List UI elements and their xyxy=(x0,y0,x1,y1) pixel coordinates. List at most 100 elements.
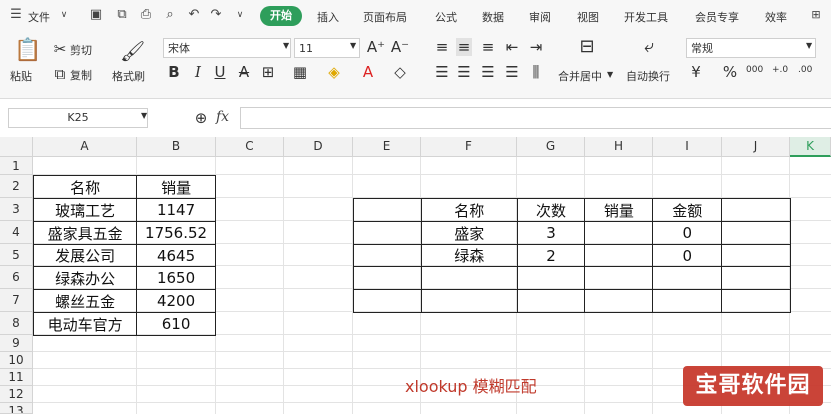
lookup-header-amount[interactable]: 金额 xyxy=(652,198,723,222)
lookup-cell[interactable] xyxy=(420,289,518,313)
table-cell[interactable]: 盛家具五金 xyxy=(32,221,138,245)
more-icon[interactable]: ⊞ xyxy=(808,7,824,23)
lookup-header-count[interactable]: 次数 xyxy=(516,198,586,222)
tab-home[interactable]: 开始 xyxy=(260,6,302,26)
row-header-4[interactable]: 4 xyxy=(0,221,33,244)
column-header-d[interactable]: D xyxy=(284,137,353,157)
increase-decimal-button[interactable]: +.0 xyxy=(772,65,788,75)
row-header-12[interactable]: 12 xyxy=(0,386,33,403)
column-header-k[interactable]: K xyxy=(790,137,831,157)
paste-icon[interactable]: 📋 xyxy=(14,38,41,64)
column-header-g[interactable]: G xyxy=(517,137,585,157)
row-header-10[interactable]: 10 xyxy=(0,352,33,369)
table-cell[interactable]: 玻璃工艺 xyxy=(32,198,138,222)
customize-chevron-icon[interactable]: ∨ xyxy=(232,7,248,23)
thousands-button[interactable]: 000 xyxy=(746,65,763,75)
row-header-3[interactable]: 3 xyxy=(0,198,33,221)
font-color-icon[interactable]: A xyxy=(360,63,376,81)
tab-member[interactable]: 会员专享 xyxy=(695,9,739,25)
lookup-cell[interactable] xyxy=(353,221,422,245)
lookup-cell[interactable] xyxy=(353,266,422,290)
row-header-6[interactable]: 6 xyxy=(0,266,33,289)
number-format-select[interactable]: 常规 xyxy=(686,38,816,58)
table-cell[interactable]: 610 xyxy=(136,312,216,336)
cut-button[interactable]: 剪切 xyxy=(70,42,92,58)
underline-button[interactable]: U xyxy=(212,63,228,81)
column-header-a[interactable]: A xyxy=(33,137,137,157)
export-icon[interactable]: ⧉ xyxy=(114,7,130,23)
lookup-cell[interactable] xyxy=(584,244,654,267)
column-header-h[interactable]: H xyxy=(585,137,653,157)
lookup-cell[interactable] xyxy=(420,266,518,290)
row-header-8[interactable]: 8 xyxy=(0,312,33,335)
lookup-header-name[interactable]: 名称 xyxy=(420,198,518,222)
lookup-cell[interactable] xyxy=(353,289,422,313)
tab-developer[interactable]: 开发工具 xyxy=(624,9,668,25)
table-header-name[interactable]: 名称 xyxy=(32,175,138,199)
lookup-cell[interactable] xyxy=(721,289,791,313)
tab-insert[interactable]: 插入 xyxy=(317,9,339,25)
column-header-b[interactable]: B xyxy=(137,137,216,157)
paste-button[interactable]: 粘贴 xyxy=(10,68,32,84)
distributed-icon[interactable]: ⫼ xyxy=(528,63,544,81)
lookup-cell[interactable] xyxy=(721,244,791,267)
select-all-corner[interactable] xyxy=(0,137,33,157)
table-cell[interactable]: 电动车官方 xyxy=(32,312,138,336)
lookup-cell[interactable]: 0 xyxy=(652,244,723,267)
row-header-5[interactable]: 5 xyxy=(0,244,33,266)
merge-chevron-icon[interactable]: ▼ xyxy=(607,70,613,79)
tab-formulas[interactable]: 公式 xyxy=(435,9,457,25)
file-menu[interactable]: 文件 xyxy=(28,9,50,25)
table-cell[interactable]: 4645 xyxy=(136,244,216,267)
lookup-cell[interactable] xyxy=(584,221,654,245)
font-name-select[interactable]: 宋体 xyxy=(163,38,291,58)
italic-button[interactable]: I xyxy=(190,63,206,81)
font-name-chevron-icon[interactable]: ▼ xyxy=(283,41,289,50)
row-header-2[interactable]: 2 xyxy=(0,175,33,198)
percent-button[interactable]: % xyxy=(722,63,738,81)
merge-center-button[interactable]: 合并居中 xyxy=(558,68,602,84)
name-box-chevron-icon[interactable]: ▼ xyxy=(141,111,147,120)
align-right-icon[interactable]: ☰ xyxy=(480,63,496,81)
redo-icon[interactable]: ↷ xyxy=(208,7,224,23)
lookup-header-blank-2[interactable] xyxy=(721,198,791,222)
column-header-j[interactable]: J xyxy=(722,137,790,157)
print-icon[interactable]: ⎙ xyxy=(138,7,154,23)
lookup-header-blank[interactable] xyxy=(353,198,422,222)
name-box[interactable]: K25 xyxy=(8,108,148,128)
formula-input[interactable] xyxy=(240,107,831,129)
align-top-icon[interactable]: ≡ xyxy=(434,38,450,56)
column-header-e[interactable]: E xyxy=(353,137,421,157)
table-cell[interactable]: 1147 xyxy=(136,198,216,222)
table-header-sales[interactable]: 销量 xyxy=(136,175,216,199)
table-cell[interactable]: 1756.52 xyxy=(136,221,216,245)
font-size-chevron-icon[interactable]: ▼ xyxy=(350,41,356,50)
bold-button[interactable]: B xyxy=(166,63,182,81)
lookup-cell[interactable] xyxy=(516,289,586,313)
row-header-1[interactable]: 1 xyxy=(0,157,33,175)
function-icon[interactable]: fx xyxy=(216,109,229,125)
justify-icon[interactable]: ☰ xyxy=(504,63,520,81)
row-header-11[interactable]: 11 xyxy=(0,369,33,386)
font-grow-icon[interactable]: A⁺ xyxy=(366,38,386,56)
row-header-7[interactable]: 7 xyxy=(0,289,33,312)
align-center-icon[interactable]: ☰ xyxy=(456,63,472,81)
number-format-chevron-icon[interactable]: ▼ xyxy=(806,41,812,50)
align-middle-icon[interactable]: ≡ xyxy=(456,38,472,56)
indent-decrease-icon[interactable]: ⇤ xyxy=(504,38,520,56)
wrap-text-button[interactable]: 自动换行 xyxy=(626,68,670,84)
hamburger-icon[interactable]: ☰ xyxy=(8,7,24,23)
column-header-c[interactable]: C xyxy=(216,137,284,157)
column-header-f[interactable]: F xyxy=(421,137,517,157)
tab-page-layout[interactable]: 页面布局 xyxy=(363,9,407,25)
lookup-cell[interactable] xyxy=(584,266,654,290)
indent-increase-icon[interactable]: ⇥ xyxy=(528,38,544,56)
strikethrough-button[interactable]: A xyxy=(236,63,252,81)
table-cell[interactable]: 螺丝五金 xyxy=(32,289,138,313)
clear-format-icon[interactable]: ◇ xyxy=(392,63,408,81)
row-header-9[interactable]: 9 xyxy=(0,335,33,352)
fill-pattern-icon[interactable]: ▦ xyxy=(292,63,308,81)
zoom-icon[interactable]: ⊕ xyxy=(192,109,210,127)
lookup-cell[interactable] xyxy=(353,244,422,267)
tab-data[interactable]: 数据 xyxy=(482,9,504,25)
